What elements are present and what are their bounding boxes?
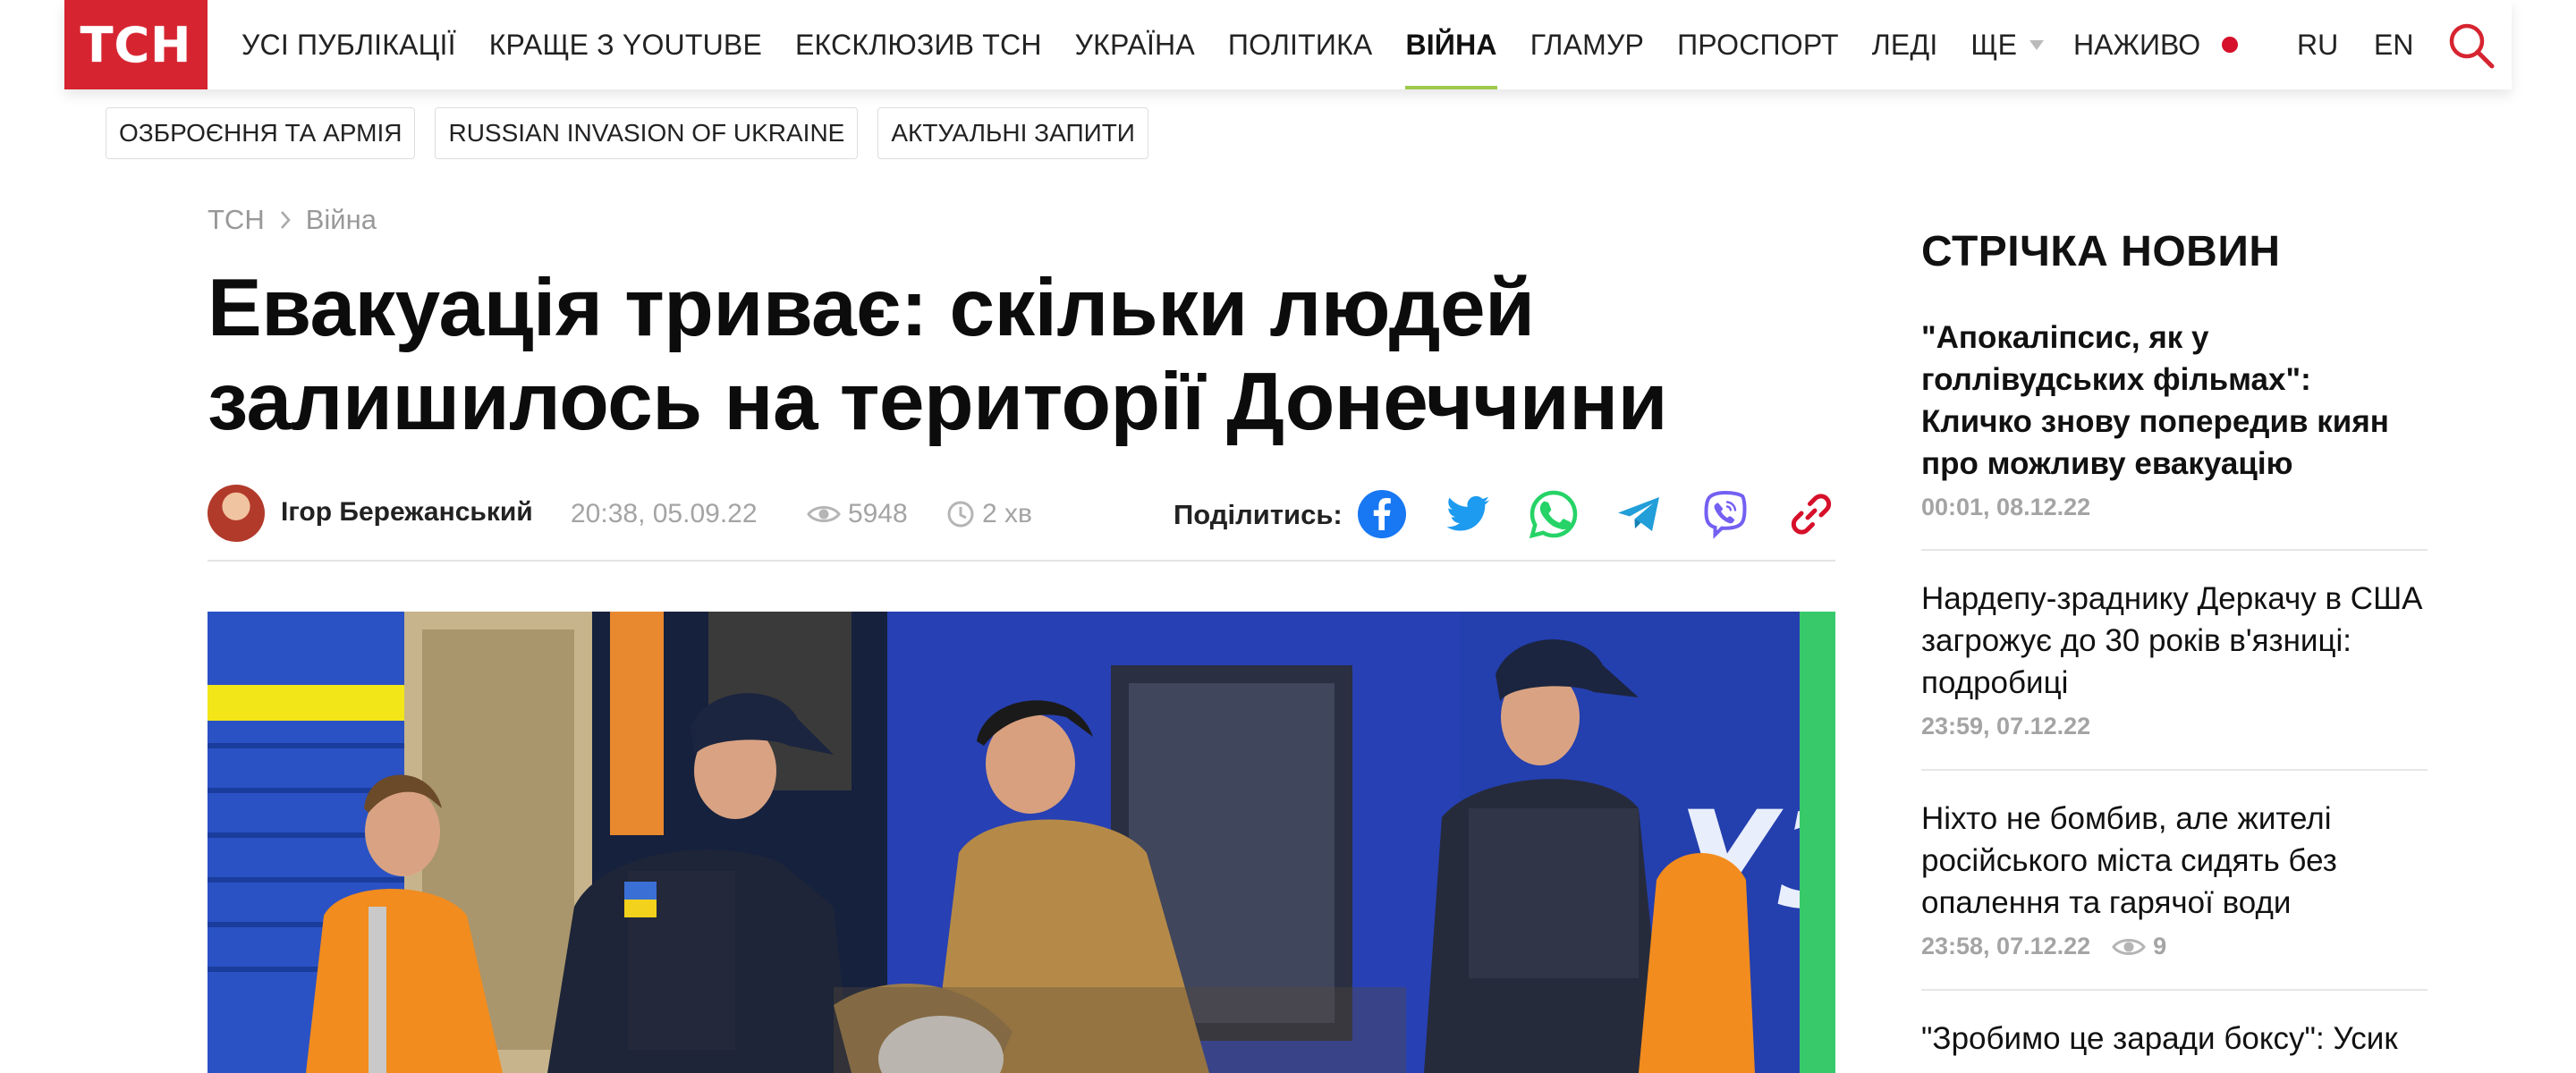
- article-meta: Ігор Бережанський 20:38, 05.09.22 5948 2…: [208, 483, 1835, 562]
- eye-icon: [2112, 938, 2147, 955]
- breadcrumb-war[interactable]: Війна: [306, 204, 377, 236]
- read-time: 2 хв: [946, 499, 1032, 529]
- nav-item-prosport[interactable]: ПРОСПОРТ: [1677, 0, 1839, 89]
- divider: [1921, 769, 2428, 771]
- nav-item-politics[interactable]: ПОЛІТИКА: [1228, 0, 1373, 89]
- twitter-icon[interactable]: [1442, 488, 1494, 540]
- copy-link-icon[interactable]: [1785, 488, 1837, 540]
- news-item[interactable]: "Зробимо це заради боксу": Усик: [1921, 1018, 2428, 1060]
- author-avatar[interactable]: [208, 485, 265, 542]
- read-time-value: 2 хв: [982, 499, 1032, 528]
- nav-item-exclusive[interactable]: ЕКСКЛЮЗИВ ТСН: [795, 0, 1042, 89]
- article-photo[interactable]: УЗ: [208, 612, 1835, 1073]
- publish-date: 20:38, 05.09.22: [571, 499, 758, 528]
- facebook-icon[interactable]: [1356, 488, 1408, 540]
- divider: [1921, 989, 2428, 991]
- news-item[interactable]: Нардепу-зраднику Деркачу в США загрожує …: [1921, 578, 2428, 740]
- news-item-time-value: 00:01, 08.12.22: [1921, 494, 2091, 520]
- live-label: НАЖИВО: [2073, 28, 2201, 61]
- news-item-views: 9: [2153, 933, 2167, 959]
- news-item-time: 23:58, 07.12.22 9: [1921, 933, 2428, 960]
- eye-icon: [807, 506, 841, 522]
- breadcrumb-home[interactable]: ТСН: [208, 204, 265, 236]
- tag-trending-queries[interactable]: АКТУАЛЬНІ ЗАПИТИ: [877, 107, 1148, 159]
- nav-item-glamour[interactable]: ГЛАМУР: [1530, 0, 1644, 89]
- view-count-value: 5948: [848, 499, 908, 528]
- view-count: 5948: [807, 499, 908, 529]
- author-name[interactable]: Ігор Бережанський: [281, 497, 533, 528]
- nav-item-all-publications[interactable]: УСІ ПУБЛІКАЦІЇ: [242, 0, 456, 89]
- main-nav: УСІ ПУБЛІКАЦІЇ КРАЩЕ З YOUTUBE ЕКСКЛЮЗИВ…: [242, 0, 2077, 89]
- live-dot-icon: [2222, 37, 2239, 53]
- divider: [1921, 549, 2428, 551]
- viber-icon[interactable]: [1699, 488, 1751, 540]
- news-item-text[interactable]: Ніхто не бомбив, але жителі російського …: [1921, 798, 2428, 924]
- tag-list: ОЗБРОЄННЯ ТА АРМІЯ RUSSIAN INVASION OF U…: [106, 107, 1168, 159]
- share-label: Поділитись:: [1174, 499, 1343, 530]
- news-item[interactable]: Ніхто не бомбив, але жителі російського …: [1921, 798, 2428, 960]
- nav-item-best-of-youtube[interactable]: КРАЩЕ З YOUTUBE: [489, 0, 762, 89]
- news-item-time-value: 23:58, 07.12.22: [1921, 933, 2091, 959]
- lang-en[interactable]: EN: [2374, 0, 2413, 89]
- news-item-text[interactable]: "Зробимо це заради боксу": Усик: [1921, 1018, 2428, 1060]
- tag-russian-invasion[interactable]: RUSSIAN INVASION OF UKRAINE: [435, 107, 859, 159]
- chevron-right-icon: [280, 211, 291, 229]
- breadcrumb: ТСН Війна: [208, 204, 377, 236]
- evacuation-photo-image: УЗ: [208, 612, 1835, 1073]
- article-title: Евакуація триває: скільки людей залишило…: [208, 263, 1668, 447]
- tsn-logo[interactable]: ТСН: [64, 0, 208, 89]
- nav-item-ukraine[interactable]: УКРАЇНА: [1075, 0, 1195, 89]
- lang-ru[interactable]: RU: [2297, 0, 2338, 89]
- news-item[interactable]: "Апокаліпсис, як у голлівудських фільмах…: [1921, 317, 2428, 521]
- nav-item-lady[interactable]: ЛЕДІ: [1872, 0, 1938, 89]
- nav-item-war[interactable]: ВІЙНА: [1405, 0, 1497, 89]
- chevron-down-icon: [2029, 39, 2045, 50]
- news-item-text[interactable]: "Апокаліпсис, як у голлівудських фільмах…: [1921, 317, 2428, 485]
- nav-more-label: ЩЕ: [1970, 28, 2018, 61]
- tag-weapons-army[interactable]: ОЗБРОЄННЯ ТА АРМІЯ: [106, 107, 416, 159]
- news-item-time: 23:59, 07.12.22: [1921, 713, 2428, 740]
- whatsapp-icon[interactable]: [1528, 488, 1580, 540]
- telegram-icon[interactable]: [1614, 488, 1665, 540]
- news-item-time: 00:01, 08.12.22: [1921, 494, 2428, 521]
- logo-text: ТСН: [80, 16, 192, 73]
- news-item-time-value: 23:59, 07.12.22: [1921, 713, 2091, 739]
- nav-item-more[interactable]: ЩЕ: [1970, 0, 2045, 89]
- clock-icon: [947, 501, 974, 528]
- news-feed-title: СТРІЧКА НОВИН: [1921, 228, 2281, 275]
- live-link[interactable]: НАЖИВО: [2073, 0, 2239, 89]
- search-icon[interactable]: [2447, 21, 2496, 70]
- top-header: ТСН УСІ ПУБЛІКАЦІЇ КРАЩЕ З YOUTUBE ЕКСКЛ…: [64, 0, 2512, 89]
- news-item-text[interactable]: Нардепу-зраднику Деркачу в США загрожує …: [1921, 578, 2428, 704]
